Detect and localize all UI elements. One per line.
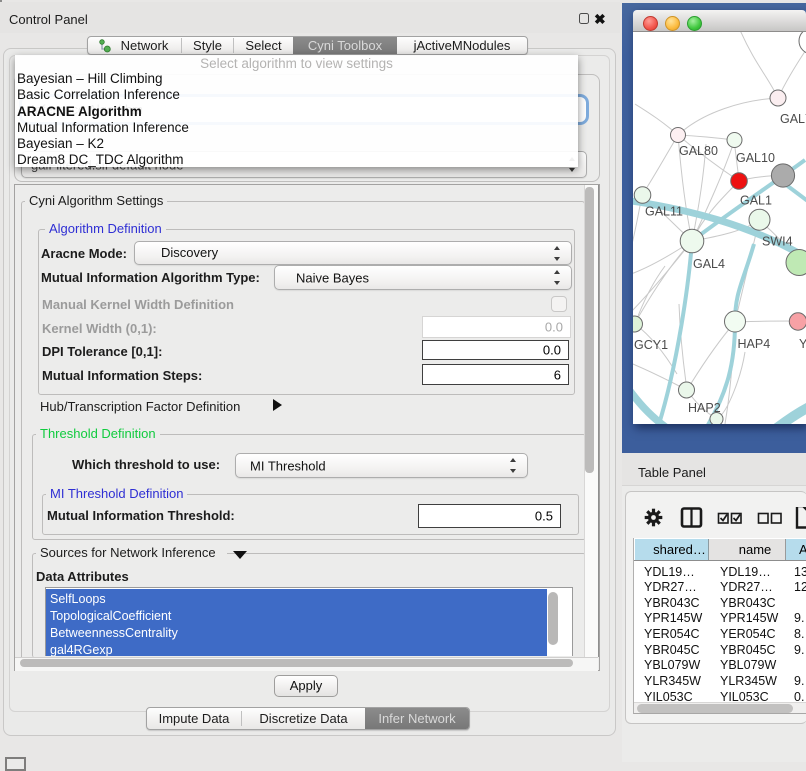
svg-text:GAL7: GAL7 [780,112,806,126]
svg-text:GAL1: GAL1 [740,194,772,208]
svg-text:YJ: YJ [799,337,806,351]
svg-text:GAL80: GAL80 [679,144,718,158]
svg-text:GCY1: GCY1 [634,338,668,352]
svg-text:GAL4: GAL4 [693,257,725,271]
svg-text:GAL10: GAL10 [736,151,775,165]
svg-text:HAP2: HAP2 [688,401,721,415]
svg-text:HAP4: HAP4 [738,337,771,351]
svg-text:SWI4: SWI4 [762,235,793,249]
svg-text:GAL11: GAL11 [645,205,683,219]
